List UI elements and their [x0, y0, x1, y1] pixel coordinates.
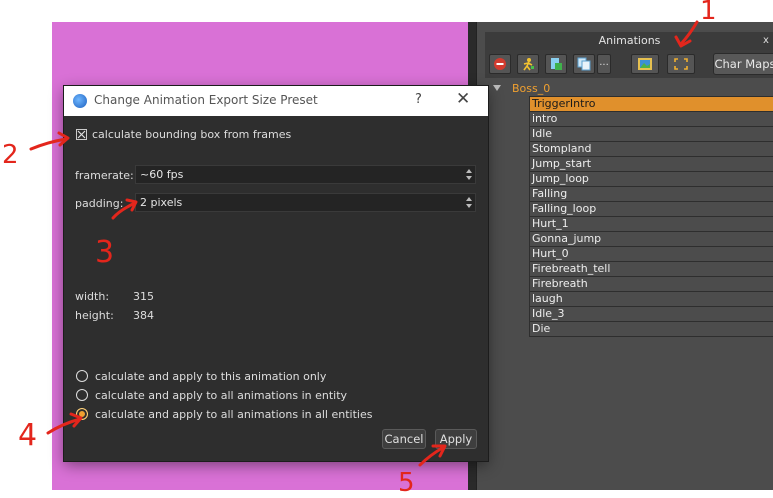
annotation-number-5: 5 — [398, 468, 415, 498]
annotation-number-3: 3 — [95, 235, 115, 270]
annotation-arrows — [29, 20, 699, 467]
annotation-number-4: 4 — [18, 418, 38, 453]
annotation-number-1: 1 — [700, 0, 717, 26]
annotation-number-2: 2 — [2, 140, 19, 170]
